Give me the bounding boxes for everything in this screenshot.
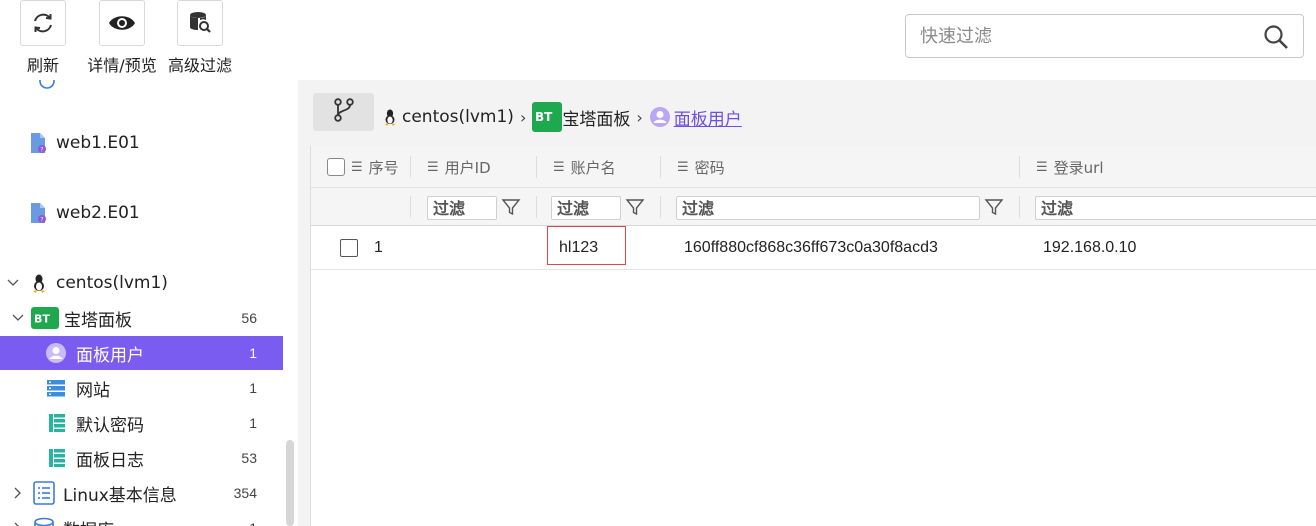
server-list-icon [45, 377, 67, 399]
refresh-label: 刷新 [26, 56, 59, 75]
search-icon[interactable] [1263, 24, 1289, 55]
column-divider[interactable] [536, 156, 537, 178]
column-divider [410, 196, 411, 218]
main-panel: centos(lvm1) › BT 宝塔面板 › 面板用户 ☰ 序号 ☰ 用户I… [298, 80, 1316, 526]
linux-icon [382, 108, 398, 126]
refresh-icon [20, 0, 66, 46]
details-preview-label: 详情/预览 [87, 56, 157, 75]
filter-funnel-icon[interactable] [625, 197, 645, 217]
select-all-checkbox[interactable] [327, 158, 345, 176]
database-icon [33, 517, 55, 526]
column-menu-icon[interactable]: ☰ [351, 160, 363, 175]
data-table: ☰ 序号 ☰ 用户ID ☰ 账户名 ☰ 密码 ☰ 登录url 过滤 过滤 过滤 … [310, 146, 1316, 526]
branch-button[interactable] [313, 93, 374, 131]
breadcrumb: centos(lvm1) › BT 宝塔面板 › 面板用户 [382, 102, 742, 132]
database-search-icon [177, 0, 223, 46]
svg-text:?: ? [40, 147, 43, 154]
advanced-filter-label: 高级过滤 [167, 56, 232, 75]
breadcrumb-item-panel-users[interactable]: 面板用户 [649, 105, 742, 130]
user-icon [649, 106, 671, 128]
svg-text:?: ? [40, 217, 43, 224]
column-divider[interactable] [660, 156, 661, 178]
column-index[interactable]: ☰ 序号 [327, 146, 399, 188]
password-filter-input[interactable] [676, 196, 980, 220]
breadcrumb-bar: centos(lvm1) › BT 宝塔面板 › 面板用户 [298, 80, 1316, 144]
filter-row [311, 188, 1316, 226]
user-icon [45, 342, 67, 364]
column-divider [536, 196, 537, 218]
column-divider[interactable] [1019, 156, 1020, 178]
breadcrumb-item-bt-panel[interactable]: BT 宝塔面板 › [532, 102, 648, 132]
details-preview-button[interactable]: 详情/预览 [87, 0, 157, 76]
git-branch-icon [332, 97, 356, 128]
sidebar-item-linux-info[interactable]: Linux基本信息 354 [0, 476, 283, 510]
row-checkbox[interactable] [340, 239, 358, 257]
account-filter-input[interactable] [551, 196, 621, 220]
sidebar-item-bt-panel[interactable]: BT 宝塔面板 56 [0, 301, 283, 335]
column-divider [660, 196, 661, 218]
sidebar-item-websites[interactable]: 网站 1 [0, 371, 283, 405]
chevron-down-icon[interactable] [11, 311, 25, 325]
cell-login-url: 192.168.0.10 [1043, 239, 1137, 256]
column-password[interactable]: ☰ 密码 [677, 146, 725, 188]
disk-image-icon: ? [27, 202, 49, 224]
advanced-filter-button[interactable]: 高级过滤 [168, 0, 232, 76]
user-id-filter-input[interactable] [427, 196, 497, 220]
sidebar-item-partial[interactable] [0, 80, 283, 98]
breadcrumb-item-centos[interactable]: centos(lvm1) › [382, 107, 532, 127]
sidebar-item-web2[interactable]: ? web2.E01 [0, 196, 283, 230]
column-user-id[interactable]: ☰ 用户ID [427, 146, 491, 188]
sidebar-item-web1[interactable]: ? web1.E01 [0, 126, 283, 160]
bt-panel-icon: BT [532, 102, 563, 132]
svg-text:BT: BT [34, 313, 50, 326]
column-divider[interactable] [410, 156, 411, 178]
column-menu-icon[interactable]: ☰ [677, 160, 689, 175]
cell-index: 1 [374, 239, 383, 256]
disk-image-icon: ? [27, 132, 49, 154]
sidebar-scrollbar[interactable] [286, 440, 294, 526]
globe-icon [36, 80, 58, 92]
table-list-icon [46, 447, 68, 469]
chevron-down-icon[interactable] [6, 276, 20, 290]
sidebar-item-panel-users[interactable]: 面板用户 1 [0, 336, 283, 370]
column-menu-icon[interactable]: ☰ [1036, 160, 1048, 175]
table-row[interactable]: 1 hl123 160ff880cf868c36ff673c0a30f8acd3… [311, 226, 1316, 270]
column-divider [1019, 196, 1020, 218]
linux-icon [28, 272, 50, 294]
quick-filter-input[interactable] [906, 15, 1246, 57]
quick-filter-box [905, 14, 1304, 58]
filter-funnel-icon[interactable] [984, 197, 1004, 217]
chevron-right-icon[interactable] [11, 521, 25, 526]
svg-text:BT: BT [535, 110, 553, 124]
bt-panel-icon: BT [31, 307, 59, 329]
column-menu-icon[interactable]: ☰ [553, 160, 565, 175]
cell-account: hl123 [559, 239, 599, 256]
table-list-icon [46, 412, 68, 434]
row-checkbox-cell[interactable] [340, 226, 358, 270]
table-header: ☰ 序号 ☰ 用户ID ☰ 账户名 ☰ 密码 ☰ 登录url [311, 146, 1316, 188]
eye-icon [99, 0, 145, 46]
filter-funnel-icon[interactable] [501, 197, 521, 217]
column-menu-icon[interactable]: ☰ [427, 160, 439, 175]
sidebar-tree: ? web1.E01 ? web2.E01 centos(lvm1) BT 宝塔… [0, 80, 298, 526]
sidebar-item-centos[interactable]: centos(lvm1) [0, 266, 283, 300]
sidebar-item-default-password[interactable]: 默认密码 1 [0, 406, 283, 440]
sidebar-item-database[interactable]: 数据库 1 [0, 511, 283, 526]
chevron-right-icon[interactable] [11, 486, 25, 500]
toolbar: 刷新 详情/预览 高级过滤 [0, 0, 1316, 80]
column-account[interactable]: ☰ 账户名 [553, 146, 616, 188]
login-url-filter-input[interactable] [1035, 196, 1316, 220]
cell-password: 160ff880cf868c36ff673c0a30f8acd3 [684, 239, 938, 256]
sidebar-item-panel-logs[interactable]: 面板日志 53 [0, 441, 283, 475]
list-doc-icon [33, 481, 55, 505]
column-login-url[interactable]: ☰ 登录url [1036, 146, 1104, 188]
refresh-button[interactable]: 刷新 [20, 0, 66, 76]
